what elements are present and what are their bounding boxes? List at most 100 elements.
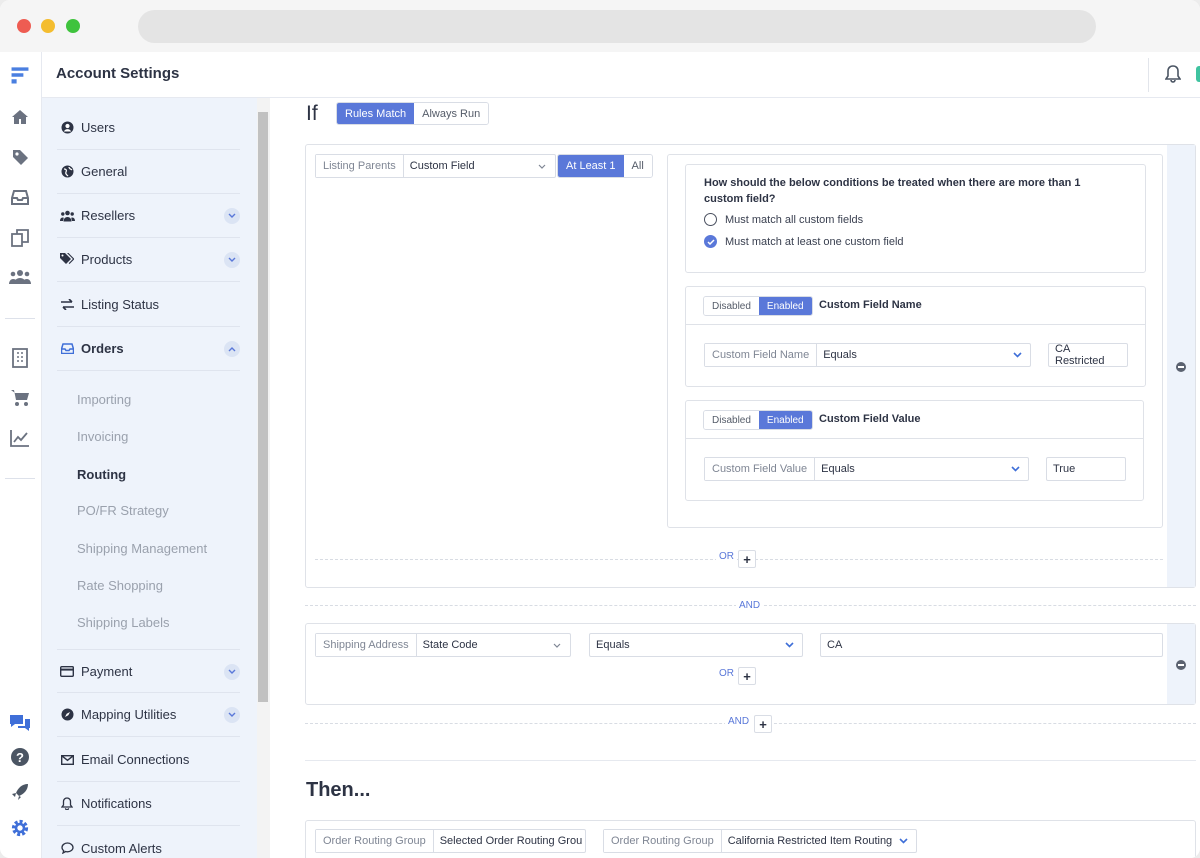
sidebar-subitem-routing[interactable]: Routing xyxy=(77,467,126,482)
field-operator: Equals xyxy=(821,463,855,475)
sidebar-subitem-shipping-labels[interactable]: Shipping Labels xyxy=(77,615,170,630)
rule-mode-toggle[interactable]: Rules Match Always Run xyxy=(336,102,490,125)
add-and-group-button[interactable]: + xyxy=(754,715,772,733)
inbox-icon[interactable] xyxy=(9,186,31,208)
custom-field-value-select[interactable]: Custom Field Value Equals xyxy=(704,457,1029,481)
copy-icon[interactable] xyxy=(9,227,31,249)
address-bar[interactable] xyxy=(138,10,1096,43)
minimize-window-button[interactable] xyxy=(41,19,55,33)
cart-icon[interactable] xyxy=(9,387,31,409)
sidebar-item-label: Resellers xyxy=(81,208,136,223)
sidebar-subitem-importing[interactable]: Importing xyxy=(77,392,131,407)
users-group-icon[interactable] xyxy=(9,266,31,288)
close-window-button[interactable] xyxy=(17,19,31,33)
custom-field-name-select[interactable]: Custom Field Name Equals xyxy=(704,343,1031,367)
remove-group-icon[interactable] xyxy=(1176,362,1186,372)
window-titlebar xyxy=(0,0,1200,52)
tag-icon[interactable] xyxy=(9,146,31,168)
exchange-icon xyxy=(59,297,75,313)
and-label: AND xyxy=(725,716,753,727)
chevron-down-icon[interactable] xyxy=(224,252,240,268)
sidebar-item-users[interactable]: Users xyxy=(57,106,240,150)
sidebar-item-label: Products xyxy=(81,252,133,267)
sidebar-subitem-shipping-management[interactable]: Shipping Management xyxy=(77,541,207,556)
radio-button[interactable] xyxy=(704,213,717,226)
sidebar-item-label: Orders xyxy=(81,341,124,356)
at-least-1-option[interactable]: At Least 1 xyxy=(558,155,624,177)
building-icon[interactable] xyxy=(9,347,31,369)
enabled-option[interactable]: Enabled xyxy=(758,297,812,315)
sidebar-subitem-po-fr-strategy[interactable]: PO/FR Strategy xyxy=(77,503,169,518)
help-icon[interactable]: ? xyxy=(9,746,31,768)
always-run-option[interactable]: Always Run xyxy=(414,103,489,124)
sidebar-item-general[interactable]: General xyxy=(57,150,240,194)
field-value: Selected Order Routing Grou xyxy=(439,835,583,847)
chart-line-icon[interactable] xyxy=(9,427,31,449)
field-label: Shipping Address xyxy=(316,634,417,656)
sidebar-item-resellers[interactable]: Resellers xyxy=(57,194,240,238)
routing-group-select[interactable]: Order Routing Group Selected Order Routi… xyxy=(315,829,586,853)
inbox-icon xyxy=(59,341,75,357)
chat-icon[interactable] xyxy=(9,711,31,733)
condition-group: Listing Parents Custom Field At Least 1 … xyxy=(305,144,1196,588)
disabled-option[interactable]: Disabled xyxy=(704,411,759,429)
sidebar-item-payment[interactable]: Payment xyxy=(57,649,240,693)
compass-icon xyxy=(59,707,75,723)
operator-select[interactable]: Equals xyxy=(589,633,803,657)
chevron-down-icon[interactable] xyxy=(224,208,240,224)
remove-group-icon[interactable] xyxy=(1176,660,1186,670)
sidebar-item-label: Payment xyxy=(81,663,133,679)
home-icon[interactable] xyxy=(9,106,31,128)
add-or-condition-button[interactable]: + xyxy=(738,667,756,685)
sidebar-subitem-invoicing[interactable]: Invoicing xyxy=(77,429,128,444)
chevron-down-icon[interactable] xyxy=(224,664,240,680)
routing-group-select[interactable]: Order Routing Group California Restricte… xyxy=(603,829,917,853)
chevron-up-icon[interactable] xyxy=(224,341,240,357)
rocket-icon[interactable] xyxy=(9,781,31,803)
sidebar-item-email-connections[interactable]: Email Connections xyxy=(57,738,240,782)
chevron-down-icon[interactable] xyxy=(224,707,240,723)
add-or-condition-button[interactable]: + xyxy=(738,550,756,568)
envelope-icon xyxy=(59,752,75,768)
scrollbar-thumb[interactable] xyxy=(258,112,268,702)
sidebar-item-mapping-utilities[interactable]: Mapping Utilities xyxy=(57,693,240,737)
sidebar-item-custom-alerts[interactable]: Custom Alerts xyxy=(57,826,240,858)
value-enable-toggle[interactable]: Disabled Enabled xyxy=(703,410,813,430)
bell-icon[interactable] xyxy=(1164,65,1182,88)
custom-field-name-input[interactable]: CA Restricted xyxy=(1048,343,1128,367)
maximize-window-button[interactable] xyxy=(66,19,80,33)
sidebar-item-label: Listing Status xyxy=(81,297,160,312)
brand-logo-icon[interactable] xyxy=(9,64,31,86)
settings-gear-icon[interactable] xyxy=(9,817,31,839)
field-label: Order Routing Group xyxy=(316,830,434,852)
action-group: Order Routing Group Selected Order Routi… xyxy=(305,820,1196,858)
radio-button-checked[interactable] xyxy=(704,235,717,248)
field-label: Order Routing Group xyxy=(604,830,722,852)
custom-field-value-input[interactable]: True xyxy=(1046,457,1126,481)
quantifier-toggle[interactable]: At Least 1 All xyxy=(557,154,653,178)
chevron-down-icon xyxy=(535,155,549,177)
sidebar-scrollbar[interactable] xyxy=(257,98,270,858)
status-indicator xyxy=(1196,66,1200,82)
radio-match-any[interactable]: Must match at least one custom field xyxy=(704,235,904,248)
field-value: California Restricted Item Routing xyxy=(727,835,893,847)
disabled-option[interactable]: Disabled xyxy=(704,297,759,315)
or-label: OR xyxy=(716,668,737,679)
sidebar-item-orders[interactable]: Orders xyxy=(57,327,240,371)
sidebar-item-products[interactable]: Products xyxy=(57,238,240,282)
sidebar-item-listing-status[interactable]: Listing Status xyxy=(57,283,240,327)
all-option[interactable]: All xyxy=(623,155,652,177)
enabled-option[interactable]: Enabled xyxy=(758,411,812,429)
condition-field-select[interactable]: Listing Parents Custom Field xyxy=(315,154,556,178)
rail-divider xyxy=(5,318,35,319)
name-enable-toggle[interactable]: Disabled Enabled xyxy=(703,296,813,316)
globe-icon xyxy=(59,164,75,180)
condition-field-select[interactable]: Shipping Address State Code xyxy=(315,633,571,657)
rules-match-option[interactable]: Rules Match xyxy=(337,103,415,124)
sidebar-subitem-rate-shopping[interactable]: Rate Shopping xyxy=(77,578,163,593)
condition-value-input[interactable]: CA xyxy=(820,633,1163,657)
chevron-down-icon xyxy=(1010,344,1024,366)
sidebar-item-notifications[interactable]: Notifications xyxy=(57,782,240,826)
custom-field-value-title: Custom Field Value xyxy=(819,413,921,425)
radio-match-all[interactable]: Must match all custom fields xyxy=(704,213,863,226)
